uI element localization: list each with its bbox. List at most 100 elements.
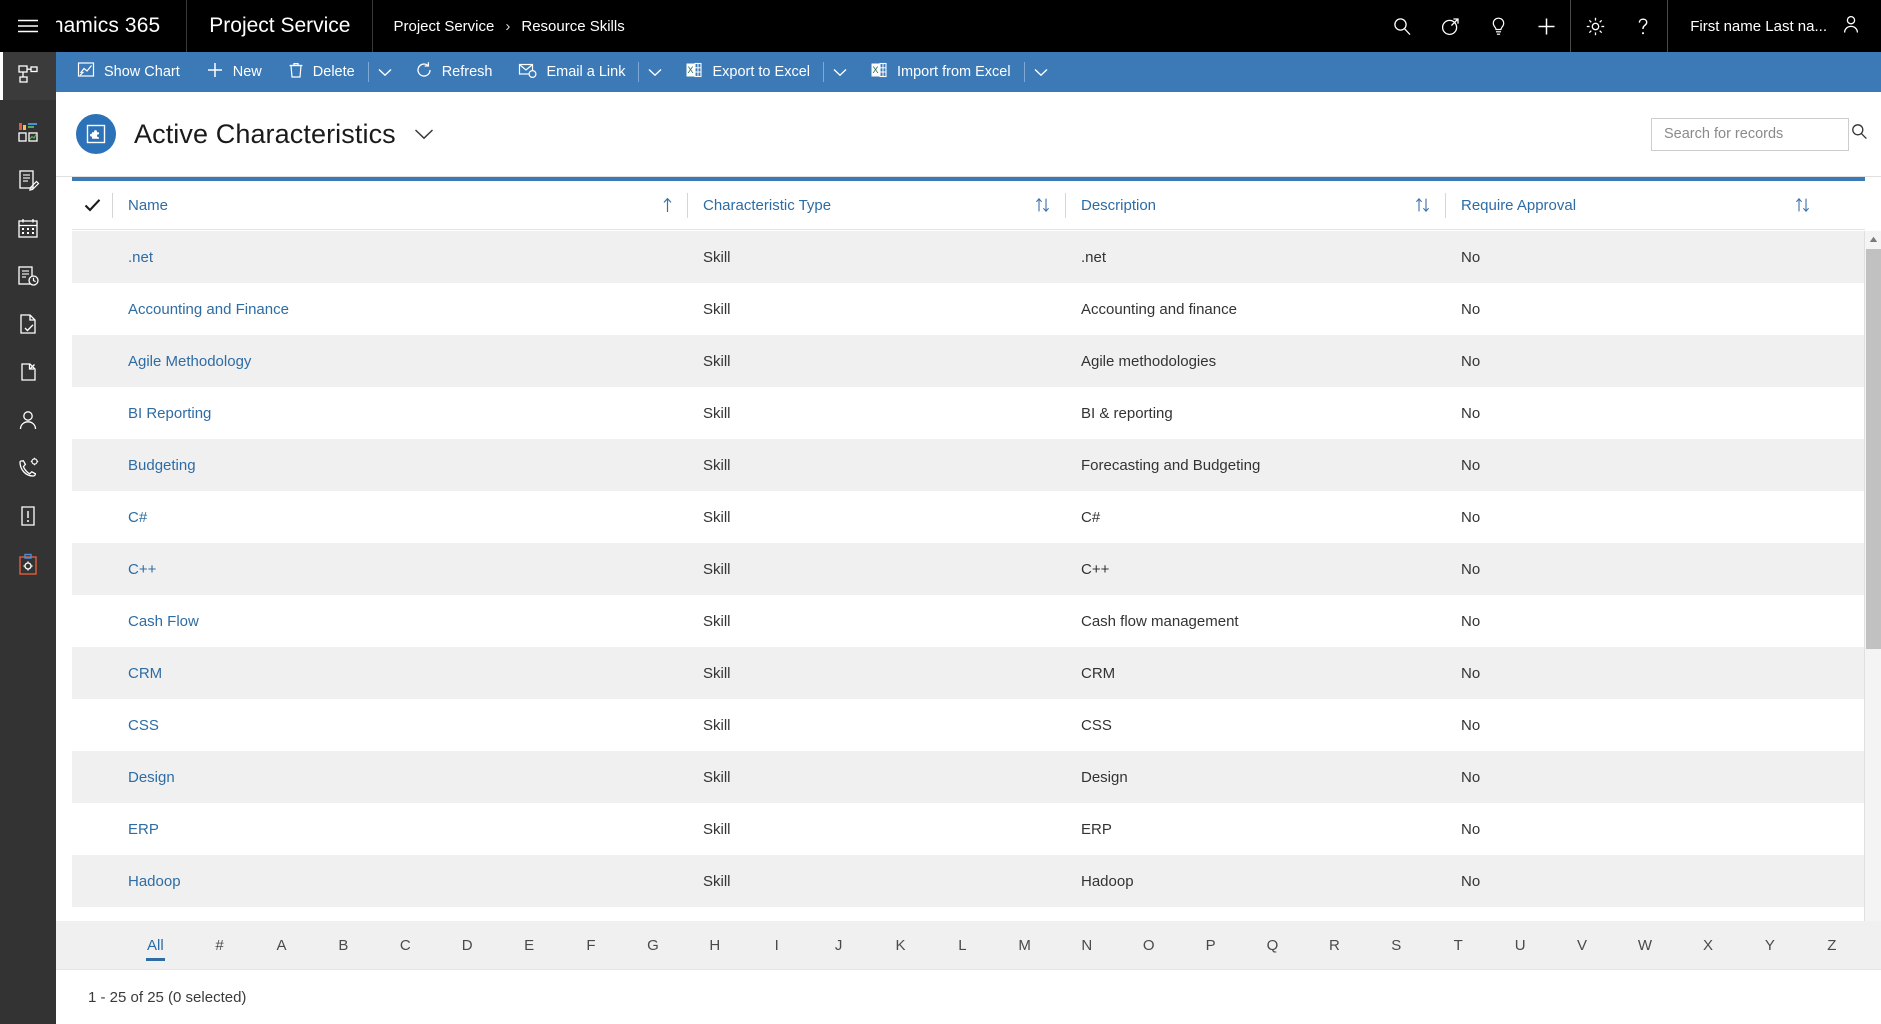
delete-button[interactable]: Delete — [275, 52, 368, 92]
view-selector-chevron-down-icon[interactable] — [414, 128, 434, 141]
export-to-excel-more-chevron-down-icon[interactable] — [823, 52, 857, 92]
scrollbar-thumb[interactable] — [1866, 249, 1881, 649]
search-icon[interactable] — [1851, 123, 1868, 145]
breadcrumb-parent[interactable]: Project Service — [393, 18, 494, 35]
search-records-box[interactable] — [1651, 118, 1849, 151]
sidebar-item-sitemap[interactable] — [0, 52, 56, 100]
alpha-index-w[interactable]: W — [1635, 937, 1655, 954]
table-row[interactable]: HadoopSkillHadoopNo — [72, 855, 1865, 907]
cell-name[interactable]: Agile Methodology — [112, 353, 687, 370]
delete-more-chevron-down-icon[interactable] — [368, 52, 402, 92]
cell-name[interactable]: C++ — [112, 561, 687, 578]
search-icon[interactable] — [1378, 0, 1426, 52]
table-row[interactable]: Agile MethodologySkillAgile methodologie… — [72, 335, 1865, 387]
breadcrumb-current[interactable]: Resource Skills — [521, 18, 624, 35]
table-row[interactable]: BudgetingSkillForecasting and BudgetingN… — [72, 439, 1865, 491]
cell-name[interactable]: .net — [112, 249, 687, 266]
alpha-index-n[interactable]: N — [1078, 937, 1096, 954]
alpha-index-v[interactable]: V — [1573, 937, 1591, 954]
alpha-index-i[interactable]: I — [768, 937, 786, 954]
alpha-index-k[interactable]: K — [892, 937, 910, 954]
alpha-index-h[interactable]: H — [706, 937, 724, 954]
cell-name[interactable]: Accounting and Finance — [112, 301, 687, 318]
alpha-index-m[interactable]: M — [1015, 937, 1034, 954]
alpha-index-c[interactable]: C — [396, 937, 414, 954]
alpha-index-s[interactable]: S — [1387, 937, 1405, 954]
help-question-icon[interactable] — [1619, 0, 1667, 52]
cell-name[interactable]: Cash Flow — [112, 613, 687, 630]
select-all-checkmark-icon[interactable] — [72, 181, 112, 230]
alpha-index-g[interactable]: G — [644, 937, 662, 954]
sidebar-item-projects[interactable] — [0, 158, 56, 206]
app-name[interactable]: Project Service — [187, 0, 373, 52]
table-row[interactable]: .netSkill.netNo — [72, 231, 1865, 283]
sidebar-item-invoices[interactable] — [0, 350, 56, 398]
alpha-index-p[interactable]: P — [1202, 937, 1220, 954]
table-row[interactable]: BI ReportingSkillBI & reportingNo — [72, 387, 1865, 439]
table-row[interactable]: ERPSkillERPNo — [72, 803, 1865, 855]
column-header-description[interactable]: Description — [1065, 181, 1445, 230]
refresh-button[interactable]: Refresh — [402, 52, 506, 92]
alpha-index-f[interactable]: F — [582, 937, 600, 954]
alpha-index-u[interactable]: U — [1511, 937, 1529, 954]
alpha-index-q[interactable]: Q — [1263, 937, 1281, 954]
email-a-link-button[interactable]: Email a Link — [505, 52, 638, 92]
table-row[interactable]: Accounting and FinanceSkillAccounting an… — [72, 283, 1865, 335]
alpha-index-b[interactable]: B — [334, 937, 352, 954]
sidebar-item-approvals[interactable] — [0, 302, 56, 350]
alpha-index-t[interactable]: T — [1449, 937, 1467, 954]
cell-name[interactable]: ERP — [112, 821, 687, 838]
table-row[interactable]: C++SkillC++No — [72, 543, 1865, 595]
column-header-characteristic-type[interactable]: Characteristic Type — [687, 181, 1065, 230]
alpha-index-r[interactable]: R — [1325, 937, 1343, 954]
sidebar-item-alerts[interactable] — [0, 494, 56, 542]
alpha-index-o[interactable]: O — [1140, 937, 1158, 954]
sidebar-item-resources[interactable] — [0, 398, 56, 446]
alpha-index-z[interactable]: Z — [1823, 937, 1841, 954]
show-chart-button[interactable]: Show Chart — [64, 52, 193, 92]
new-button[interactable]: New — [193, 52, 275, 92]
table-row[interactable]: CRMSkillCRMNo — [72, 647, 1865, 699]
time-entry-icon — [16, 264, 40, 293]
table-row[interactable]: C#SkillC#No — [72, 491, 1865, 543]
export-to-excel-button[interactable]: X Export to Excel — [672, 52, 823, 92]
alpha-index-x[interactable]: X — [1699, 937, 1717, 954]
alpha-index-e[interactable]: E — [520, 937, 538, 954]
sidebar-item-dashboards[interactable] — [0, 110, 56, 158]
alpha-index-l[interactable]: L — [953, 937, 971, 954]
cell-name[interactable]: CSS — [112, 717, 687, 734]
grid-vertical-scrollbar[interactable] — [1864, 231, 1881, 1024]
alpha-index-a[interactable]: A — [272, 937, 290, 954]
email-a-link-more-chevron-down-icon[interactable] — [638, 52, 672, 92]
column-header-name[interactable]: Name — [112, 181, 687, 230]
cell-name[interactable]: CRM — [112, 665, 687, 682]
cell-name[interactable]: BI Reporting — [112, 405, 687, 422]
add-new-icon[interactable] — [1522, 0, 1570, 52]
import-from-excel-more-chevron-down-icon[interactable] — [1024, 52, 1058, 92]
alpha-index-d[interactable]: D — [458, 937, 476, 954]
alpha-index-hash[interactable]: # — [211, 937, 229, 954]
cell-name[interactable]: Hadoop — [112, 873, 687, 890]
cell-name[interactable]: Design — [112, 769, 687, 786]
settings-gear-icon[interactable] — [1571, 0, 1619, 52]
table-row[interactable]: CSSSkillCSSNo — [72, 699, 1865, 751]
table-row[interactable]: DesignSkillDesignNo — [72, 751, 1865, 803]
scroll-up-arrow-icon[interactable] — [1865, 231, 1881, 248]
user-menu[interactable]: First name Last na... — [1668, 0, 1881, 52]
sidebar-item-settings[interactable] — [0, 542, 56, 590]
column-header-require-approval[interactable]: Require Approval — [1445, 181, 1825, 230]
sidebar-item-service[interactable] — [0, 446, 56, 494]
table-row[interactable]: Cash FlowSkillCash flow managementNo — [72, 595, 1865, 647]
sidebar-item-time-entries[interactable] — [0, 254, 56, 302]
alpha-index-y[interactable]: Y — [1761, 937, 1779, 954]
alpha-index-all[interactable]: All — [144, 937, 167, 954]
assistant-lightbulb-icon[interactable] — [1474, 0, 1522, 52]
advanced-find-icon[interactable] — [1426, 0, 1474, 52]
search-input[interactable] — [1664, 126, 1851, 142]
import-from-excel-button[interactable]: X Import from Excel — [857, 52, 1024, 92]
alpha-index-j[interactable]: J — [830, 937, 848, 954]
cell-name[interactable]: C# — [112, 509, 687, 526]
sidebar-item-schedule[interactable] — [0, 206, 56, 254]
hamburger-menu-icon[interactable] — [0, 0, 56, 52]
cell-name[interactable]: Budgeting — [112, 457, 687, 474]
